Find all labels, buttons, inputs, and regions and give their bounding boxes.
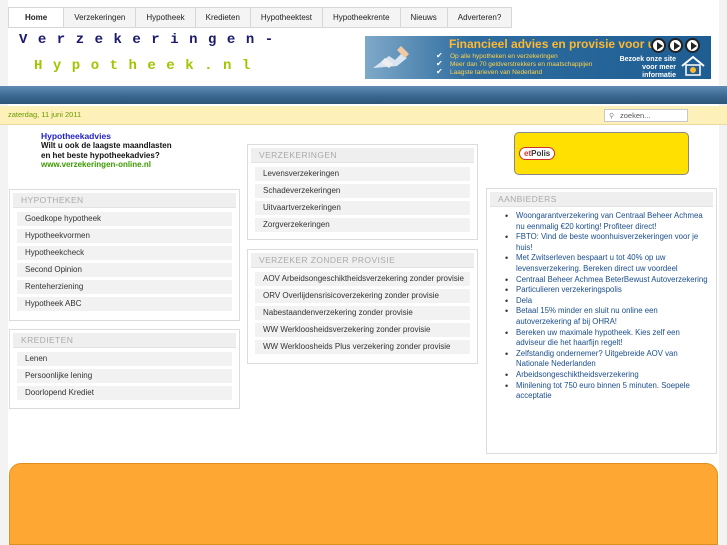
tab-verzekeringen[interactable]: Verzekeringen <box>64 7 137 28</box>
info-bar: zaterdag, 11 juni 2011 ⚲ zoeken... <box>0 106 727 125</box>
menu-item[interactable]: AOV Arbeidsongeschiktheidsverzekering zo… <box>255 272 470 286</box>
tab-kredieten[interactable]: Kredieten <box>195 7 251 28</box>
ad-line1: Wilt u ook de laagste maandlasten <box>41 141 172 151</box>
arrow-right-icon <box>668 38 683 53</box>
site-logo-line2[interactable]: Hypotheek.nl <box>34 58 261 74</box>
list-item[interactable]: Particulieren verzekeringspolis <box>503 285 710 296</box>
menu-item[interactable]: Lenen <box>17 352 232 366</box>
aanbieders-box: AANBIEDERS Woongarantverzekering van Cen… <box>486 188 717 454</box>
kredieten-box: KREDIETEN Lenen Persoonlijke lening Door… <box>9 329 240 409</box>
section-header: HYPOTHEKEN <box>13 193 236 208</box>
hypotheekadvies-ad[interactable]: Hypotheekadvies Wilt u ook de laagste ma… <box>41 131 172 169</box>
tab-hypotheekrente[interactable]: Hypotheekrente <box>323 7 401 28</box>
banner-arrows <box>651 38 700 53</box>
menu-item[interactable]: Goedkope hypotheek <box>17 212 232 226</box>
section-header: KREDIETEN <box>13 333 236 348</box>
menu-item[interactable]: WW Werkloosheidsverzekering zonder provi… <box>255 323 470 337</box>
handshake-icon <box>373 46 409 68</box>
top-navigation: Home Verzekeringen Hypotheek Kredieten H… <box>8 7 513 28</box>
menu-item[interactable]: Hypotheekvormen <box>17 229 232 243</box>
banner-visit-text: Bezoek onze site voor meer informatie <box>608 56 676 79</box>
current-date: zaterdag, 11 juni 2011 <box>8 110 82 119</box>
house-icon <box>681 55 705 76</box>
netpolis-logo-b: Polis <box>531 149 551 158</box>
ad-url[interactable]: www.verzekeringen-online.nl <box>41 160 172 169</box>
menu-item[interactable]: Second Opinion <box>17 263 232 277</box>
ad-line2: en het beste hypotheekadvies? <box>41 150 160 160</box>
banner-title: Financieel advies en provisie voor u! <box>449 37 660 51</box>
menu-item[interactable]: Schadeverzekeringen <box>255 184 470 198</box>
list-item[interactable]: Arbeidsongeschiktheidsverzekering <box>503 370 710 381</box>
list-item[interactable]: Woongarantverzekering van Centraal Behee… <box>503 211 710 232</box>
tab-hypotheektest[interactable]: Hypotheektest <box>250 7 324 28</box>
list-item[interactable]: FBTO: Vind de beste woonhuisverzekeringe… <box>503 232 710 253</box>
search-input[interactable]: ⚲ zoeken... <box>604 109 688 122</box>
list-item[interactable]: Dela <box>503 296 710 307</box>
section-header: AANBIEDERS <box>490 192 713 207</box>
list-item[interactable]: Bereken uw maximale hypotheek. Kies zelf… <box>503 328 710 349</box>
netpolis-logo: etPolis <box>519 147 556 160</box>
banner-bullets: Op alle hypotheken en verzekeringen Meer… <box>436 52 592 77</box>
menu-item[interactable]: Hypotheekcheck <box>17 246 232 260</box>
tab-adverteren[interactable]: Adverteren? <box>447 7 513 28</box>
banner-bullet: Meer dan 70 geldverstrekkers en maatscha… <box>436 60 592 69</box>
list-item[interactable]: Zelfstandig ondernemer? Uitgebreide AOV … <box>503 349 710 370</box>
menu-item[interactable]: WW Werkloosheids Plus verzekering zonder… <box>255 340 470 354</box>
menu-item[interactable]: Uitvaartverzekeringen <box>255 201 470 215</box>
list-item[interactable]: Centraal Beheer Achmea BeterBewust Autov… <box>503 275 710 286</box>
arrow-right-icon <box>685 38 700 53</box>
list-item[interactable]: Betaal 15% minder en sluit nu online een… <box>503 306 710 327</box>
aanbieders-list: Woongarantverzekering van Centraal Behee… <box>503 211 710 402</box>
footer-panel <box>9 463 718 545</box>
banner-bullet: Laagste tarieven van Nederland <box>436 68 592 77</box>
menu-item[interactable]: Hypotheek ABC <box>17 297 232 311</box>
menu-item[interactable]: Doorlopend Krediet <box>17 386 232 400</box>
netpolis-ad[interactable]: etPolis <box>514 132 689 175</box>
arrow-right-icon <box>651 38 666 53</box>
ad-title: Hypotheekadvies <box>41 131 111 141</box>
tab-home[interactable]: Home <box>8 7 65 28</box>
menu-item[interactable]: Levensverzekeringen <box>255 167 470 181</box>
menu-item[interactable]: ORV Overlijdensrisicoverzekering zonder … <box>255 289 470 303</box>
hypotheken-box: HYPOTHEKEN Goedkope hypotheek Hypotheekv… <box>9 189 240 321</box>
search-icon: ⚲ <box>609 113 615 120</box>
advertisement-banner[interactable]: Financieel advies en provisie voor u! Op… <box>365 36 711 79</box>
site-logo-line1[interactable]: Verzekeringen- <box>19 32 284 48</box>
menu-item[interactable]: Nabestaandenverzekering zonder provisie <box>255 306 470 320</box>
tab-nieuws[interactable]: Nieuws <box>400 7 448 28</box>
menu-item[interactable]: Renteherziening <box>17 280 232 294</box>
menu-item[interactable]: Zorgverzekeringen <box>255 218 470 232</box>
banner-visit-line1: Bezoek onze site <box>619 56 676 63</box>
menu-item[interactable]: Persoonlijke lening <box>17 369 232 383</box>
list-item[interactable]: Met Zwitserleven bespaart u tot 40% op u… <box>503 253 710 274</box>
header-bar <box>0 86 727 104</box>
verzekeringen-box: VERZEKERINGEN Levensverzekeringen Schade… <box>247 144 478 240</box>
tab-hypotheek[interactable]: Hypotheek <box>136 7 196 28</box>
section-header: VERZEKER ZONDER PROVISIE <box>251 253 474 268</box>
banner-visit-line2: voor meer informatie <box>642 64 676 79</box>
section-header: VERZEKERINGEN <box>251 148 474 163</box>
zonder-provisie-box: VERZEKER ZONDER PROVISIE AOV Arbeidsonge… <box>247 249 478 364</box>
banner-bullet: Op alle hypotheken en verzekeringen <box>436 52 592 61</box>
search-placeholder: zoeken... <box>620 111 651 120</box>
list-item[interactable]: Minilening tot 750 euro binnen 5 minuten… <box>503 381 710 402</box>
